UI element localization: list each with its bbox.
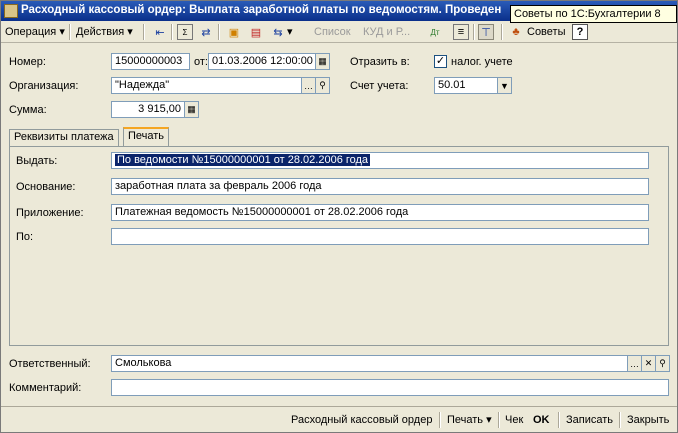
- comment-field[interactable]: [111, 379, 669, 396]
- account-field[interactable]: 50.01: [434, 77, 498, 94]
- print-tab-panel: Выдать: По ведомости №15000000001 от 28.…: [9, 146, 669, 346]
- toolbar-separator: [143, 24, 145, 40]
- sum-label: Сумма:: [9, 104, 47, 116]
- close-button[interactable]: Закрыть: [627, 412, 669, 428]
- footer-separator: [619, 412, 621, 428]
- calculator-button-icon[interactable]: ▦: [184, 101, 199, 118]
- account-label: Счет учета:: [350, 80, 409, 92]
- toolbar-separator: [218, 24, 220, 40]
- based-on-icon[interactable]: ⇆: [270, 24, 286, 40]
- attachment-label: Приложение:: [16, 207, 84, 219]
- organization-field[interactable]: "Надежда": [111, 77, 302, 94]
- toolbar: Операция ▾ Действия ▾ ⇤ Σ ⇄ ▣ ▤ ⇆ ▾ Спис…: [1, 21, 677, 43]
- by-label: По:: [16, 231, 34, 243]
- organization-label: Организация:: [9, 80, 79, 92]
- basis-label: Основание:: [16, 181, 76, 193]
- number-field[interactable]: 15000000003: [111, 53, 190, 70]
- tax-accounting-label: налог. учете: [451, 56, 513, 68]
- structure-icon[interactable]: ⊤: [478, 24, 494, 40]
- basis-field[interactable]: заработная плата за февраль 2006 года: [111, 178, 649, 195]
- back-arrow-icon[interactable]: ⇤: [152, 24, 168, 40]
- document-window: Расходный кассовый ордер: Выплата зарабо…: [0, 0, 678, 433]
- toolbar-separator: [69, 24, 71, 40]
- toolbar-separator: [501, 24, 503, 40]
- debit-credit-icon[interactable]: Дт: [427, 24, 443, 40]
- calculator-icon[interactable]: Σ: [177, 24, 193, 40]
- comment-label: Комментарий:: [9, 382, 82, 394]
- clear-x-icon[interactable]: ✕: [641, 355, 656, 372]
- reflect-in-label: Отразить в:: [350, 56, 410, 68]
- tips-tooltip: Советы по 1С:Бухгалтерии 8: [510, 5, 677, 23]
- based-on-dropdown[interactable]: ▾: [287, 24, 293, 40]
- date-from-label: от:: [194, 56, 208, 68]
- tab-payment-details[interactable]: Реквизиты платежа: [9, 129, 119, 146]
- footer-separator: [558, 412, 560, 428]
- operation-menu[interactable]: Операция ▾: [5, 24, 65, 40]
- number-label: Номер:: [9, 56, 46, 68]
- tips-icon[interactable]: ♣: [508, 24, 524, 40]
- tips-button[interactable]: Советы: [527, 24, 565, 40]
- responsible-label: Ответственный:: [9, 358, 91, 370]
- kud-button[interactable]: КУД и Р...: [363, 24, 410, 40]
- document-icon: [4, 4, 18, 18]
- issue-selected-text: По ведомости №15000000001 от 28.02.2006 …: [115, 154, 371, 166]
- save-button[interactable]: Записать: [566, 412, 613, 428]
- print-menu-button[interactable]: Печать ▾: [447, 412, 492, 428]
- date-field[interactable]: 01.03.2006 12:00:00: [208, 53, 316, 70]
- issue-label: Выдать:: [16, 155, 58, 167]
- window-title: Расходный кассовый ордер: Выплата зарабо…: [21, 4, 502, 16]
- footer-bar: Расходный кассовый ордер Печать ▾ Чек OK…: [1, 406, 677, 432]
- refresh-icon[interactable]: ⇄: [198, 24, 214, 40]
- unpost-document-icon[interactable]: ▤: [248, 24, 264, 40]
- account-dropdown-icon[interactable]: ▼: [497, 77, 512, 94]
- toolbar-separator: [171, 24, 173, 40]
- toolbar-separator: [473, 24, 475, 40]
- print-form-icon[interactable]: ≡: [453, 24, 469, 40]
- actions-menu[interactable]: Действия ▾: [76, 24, 133, 40]
- responsible-field[interactable]: Смолькова: [111, 355, 628, 372]
- footer-separator: [439, 412, 441, 428]
- tab-print[interactable]: Печать: [123, 127, 170, 146]
- select-ellipsis-button[interactable]: …: [301, 77, 316, 94]
- help-button[interactable]: ?: [572, 24, 588, 40]
- tax-accounting-checkbox[interactable]: ✓: [434, 55, 447, 68]
- issue-field[interactable]: По ведомости №15000000001 от 28.02.2006 …: [111, 152, 649, 169]
- footer-separator: [498, 412, 500, 428]
- open-search-icon[interactable]: ⚲: [315, 77, 330, 94]
- attachment-field[interactable]: Платежная ведомость №15000000001 от 28.0…: [111, 204, 649, 221]
- responsible-ellipsis-button[interactable]: …: [627, 355, 642, 372]
- responsible-search-icon[interactable]: ⚲: [655, 355, 670, 372]
- calendar-icon[interactable]: ▦: [315, 53, 330, 70]
- post-document-icon[interactable]: ▣: [226, 24, 242, 40]
- doc-name-button[interactable]: Расходный кассовый ордер: [291, 412, 432, 428]
- by-field[interactable]: [111, 228, 649, 245]
- sum-field[interactable]: 3 915,00: [111, 101, 185, 118]
- ok-button[interactable]: OK: [533, 412, 550, 428]
- check-button[interactable]: Чек: [505, 412, 523, 428]
- list-button[interactable]: Список: [314, 24, 351, 40]
